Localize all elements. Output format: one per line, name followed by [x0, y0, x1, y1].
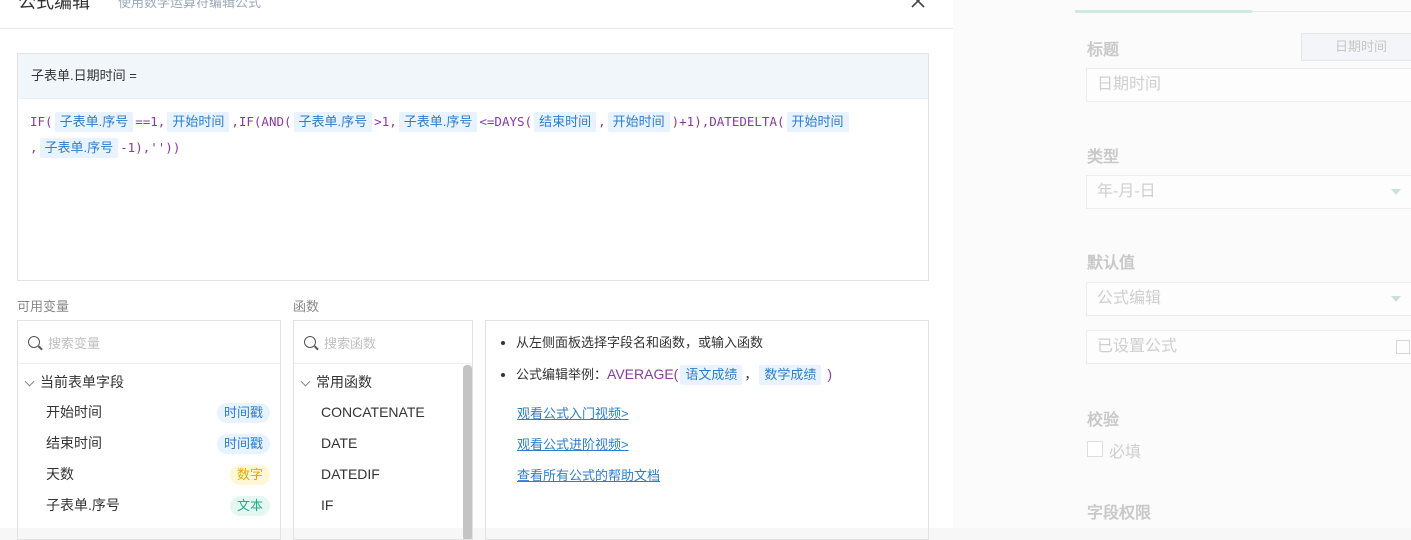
formula-function-text: ==1,	[135, 114, 166, 129]
formula-function-text: <=DAYS(	[479, 114, 533, 129]
example-token: 语文成绩	[680, 365, 743, 385]
variable-name: 天数	[46, 466, 74, 482]
type-label: 类型	[1087, 149, 1120, 166]
type-select-value: 年-月-日	[1097, 183, 1156, 200]
formula-function-text: >1,	[374, 114, 397, 129]
chevron-down-icon	[300, 376, 311, 387]
formula-field-token[interactable]: 子表单.序号	[293, 112, 373, 132]
function-item[interactable]: CONCATENATE	[294, 397, 472, 428]
formula-set-field[interactable]: 已设置公式	[1086, 330, 1411, 364]
help-tips: 从左侧面板选择字段名和函数，或输入函数 公式编辑举例：AVERAGE(语文成绩，…	[486, 333, 928, 385]
title-label: 标题	[1087, 42, 1120, 59]
variables-search-input[interactable]	[46, 329, 250, 357]
functions-list: CONCATENATE DATE DATEDIF IF	[294, 397, 472, 521]
functions-scrollbar[interactable]	[463, 365, 472, 539]
function-item[interactable]: DATE	[294, 428, 472, 459]
help-tip-2-prefix: 公式编辑举例：	[516, 367, 608, 382]
formula-line-1: IF(子表单.序号 ==1, 开始时间 ,IF(AND(子表单.序号 >1, 子表单.序号…	[30, 109, 916, 135]
close-icon[interactable]	[909, 0, 927, 10]
functions-search	[294, 321, 472, 364]
variables-label: 可用变量	[17, 299, 70, 314]
default-value-select[interactable]: 公式编辑	[1086, 282, 1411, 316]
modal-header: 公式编辑 使用数学运算符编辑公式	[0, 0, 953, 29]
help-panel: 从左侧面板选择字段名和函数，或输入函数 公式编辑举例：AVERAGE(语文成绩，…	[485, 320, 929, 540]
required-label: 必填	[1109, 444, 1142, 461]
formula-function-text: -1),''))	[120, 140, 181, 155]
formula-field-token[interactable]: 开始时间	[607, 112, 670, 132]
group-label: 常用函数	[316, 374, 372, 390]
formula-function-text: ,IF(AND(	[231, 114, 292, 129]
function-item[interactable]: IF	[294, 490, 472, 521]
validation-label: 校验	[1087, 412, 1120, 429]
functions-label: 函数	[293, 299, 320, 314]
tab-divider	[1252, 11, 1411, 12]
default-value-label: 默认值	[1087, 255, 1136, 272]
variable-name: 开始时间	[46, 404, 102, 420]
default-value-select-value: 公式编辑	[1097, 290, 1162, 307]
formula-function-text: )+1),DATEDELTA(	[671, 114, 785, 129]
formula-field-token[interactable]: 子表单.序号	[398, 112, 478, 132]
formula-target-field: 子表单.日期时间 =	[18, 54, 928, 99]
formula-line-2: , 子表单.序号 -1),''))	[30, 135, 916, 161]
variables-group-current-form[interactable]: 当前表单字段	[18, 367, 280, 397]
example-function: AVERAGE(	[607, 366, 679, 382]
variables-search	[18, 321, 280, 364]
variable-item[interactable]: 天数 数字	[18, 459, 280, 490]
title-input[interactable]: 日期时间	[1086, 68, 1411, 102]
variable-type-badge: 文本	[229, 496, 270, 516]
formula-field-token[interactable]: 子表单.序号	[39, 138, 119, 158]
function-item[interactable]: DATEDIF	[294, 459, 472, 490]
field-permission-label: 字段权限	[1087, 505, 1152, 522]
group-label: 当前表单字段	[40, 374, 124, 390]
formula-function-text: ,	[30, 140, 38, 155]
modal-subtitle: 使用数学运算符编辑公式	[118, 0, 262, 10]
variable-type-badge: 数字	[229, 465, 270, 485]
search-icon	[304, 336, 316, 348]
modal-title: 公式编辑	[18, 0, 90, 12]
variables-list: 开始时间 时间戳 结束时间 时间戳 天数 数字 子表单.序号 文本	[18, 397, 280, 521]
active-tab-indicator	[1075, 10, 1252, 13]
formula-function-text: IF(	[30, 114, 53, 129]
formula-text[interactable]: IF(子表单.序号 ==1, 开始时间 ,IF(AND(子表单.序号 >1, 子表单.序号…	[18, 99, 928, 161]
help-tip-1-text: 从左侧面板选择字段名和函数，或输入函数	[516, 335, 764, 350]
help-tip-1: 从左侧面板选择字段名和函数，或输入函数	[516, 333, 928, 353]
intro-video-link[interactable]: 观看公式入门视频>	[517, 403, 629, 422]
advanced-video-link[interactable]: 观看公式进阶视频>	[517, 434, 629, 453]
variables-panel: 当前表单字段 开始时间时间戳结束时间时间戳天数数字子表单.序号文本	[17, 320, 281, 540]
formula-field-token[interactable]: 子表单.序号	[54, 112, 134, 132]
variable-name: 结束时间	[46, 435, 102, 451]
edit-icon[interactable]	[1396, 340, 1410, 354]
formula-field-token[interactable]: 开始时间	[786, 112, 849, 132]
variable-item[interactable]: 子表单.序号 文本	[18, 490, 280, 521]
functions-panel: 常用函数 CONCATENATEDATEDATEDIFIF	[293, 320, 473, 540]
formula-field-token[interactable]: 开始时间	[167, 112, 230, 132]
formula-field-token[interactable]: 结束时间	[534, 112, 597, 132]
variable-type-badge: 时间戳	[216, 403, 270, 423]
variable-item[interactable]: 结束时间 时间戳	[18, 428, 280, 459]
chevron-down-icon	[24, 376, 35, 387]
formula-function-text: ,	[598, 114, 606, 129]
variable-name: 子表单.序号	[46, 497, 120, 513]
functions-search-input[interactable]	[322, 329, 456, 357]
caret-down-icon	[1391, 189, 1401, 195]
formula-docs-link[interactable]: 查看所有公式的帮助文档	[517, 465, 660, 484]
example-token: 数学成绩	[759, 365, 822, 385]
caret-down-icon	[1391, 296, 1401, 302]
formula-edit-modal: 公式编辑 使用数学运算符编辑公式 子表单.日期时间 = IF(子表单.序号 ==1…	[0, 0, 953, 540]
search-icon	[28, 336, 40, 348]
variable-item[interactable]: 开始时间 时间戳	[18, 397, 280, 428]
required-checkbox[interactable]	[1087, 441, 1103, 457]
field-type-tag: 日期时间	[1301, 33, 1411, 61]
functions-group-common[interactable]: 常用函数	[294, 367, 472, 397]
example-close-paren: )	[827, 366, 833, 382]
type-select[interactable]: 年-月-日	[1086, 175, 1411, 209]
variable-type-badge: 时间戳	[216, 434, 270, 454]
help-tip-2: 公式编辑举例：AVERAGE(语文成绩，数学成绩)	[516, 364, 928, 385]
formula-editor[interactable]: 子表单.日期时间 = IF(子表单.序号 ==1, 开始时间 ,IF(AND(子表单.…	[17, 53, 929, 281]
example-separator: ，	[744, 367, 758, 382]
